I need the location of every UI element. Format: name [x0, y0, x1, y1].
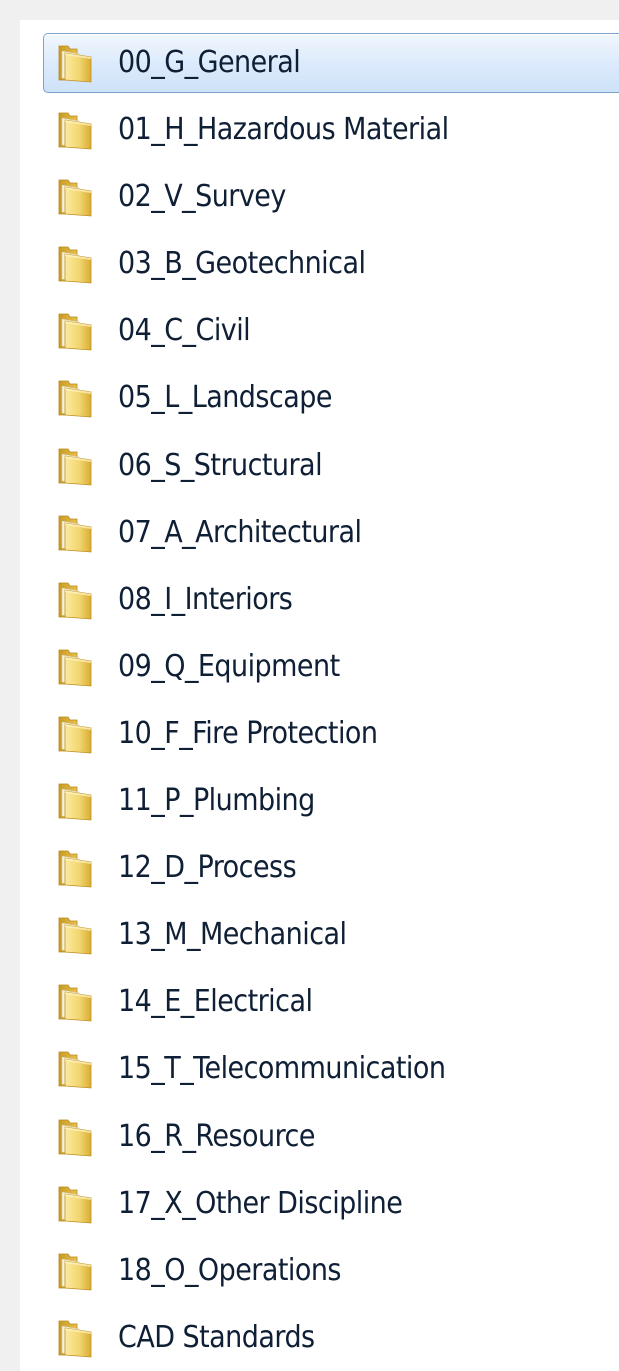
folder-item[interactable]: 16_R_Resource [20, 1107, 619, 1167]
folder-icon [55, 244, 95, 284]
folder-label: 03_B_Geotechnical [118, 246, 366, 282]
folder-item[interactable]: CAD Standards [20, 1308, 619, 1368]
folder-item[interactable]: 14_E_Electrical [20, 972, 619, 1032]
folder-label: 08_I_Interiors [118, 581, 293, 617]
folder-icon [55, 781, 95, 821]
folder-icon [55, 580, 95, 620]
folder-item[interactable]: 17_X_Other Discipline [20, 1174, 619, 1234]
folder-icon [55, 982, 95, 1022]
folder-icon [55, 1251, 95, 1291]
folder-icon [55, 513, 95, 553]
folder-icon [55, 915, 95, 955]
folder-icon [55, 177, 95, 217]
folder-label: 09_Q_Equipment [118, 648, 340, 684]
folder-icon [55, 1318, 95, 1358]
folder-label: CAD Standards [118, 1319, 315, 1355]
folder-item[interactable]: 06_S_Structural [20, 436, 619, 496]
folder-item[interactable]: 10_F_Fire Protection [20, 704, 619, 764]
folder-item[interactable]: 09_Q_Equipment [20, 637, 619, 697]
folder-icon [55, 714, 95, 754]
folder-label: 02_V_Survey [118, 179, 286, 215]
folder-item[interactable]: 13_M_Mechanical [20, 905, 619, 965]
folder-label: 15_T_Telecommunication [118, 1051, 446, 1087]
folder-icon [55, 446, 95, 486]
folder-item[interactable]: 01_H_Hazardous Material [20, 100, 619, 160]
folder-icon [55, 378, 95, 418]
folder-icon [55, 1184, 95, 1224]
folder-label: 07_A_Architectural [118, 514, 362, 550]
folder-icon [55, 43, 95, 83]
folder-item[interactable]: 07_A_Architectural [20, 503, 619, 563]
folder-item[interactable]: 05_L_Landscape [20, 368, 619, 428]
folder-icon [55, 1117, 95, 1157]
folder-label: 05_L_Landscape [118, 380, 332, 416]
folder-item[interactable]: 02_V_Survey [20, 167, 619, 227]
folder-item[interactable]: 08_I_Interiors [20, 570, 619, 630]
folder-label: 04_C_Civil [118, 313, 251, 349]
folder-item[interactable]: 03_B_Geotechnical [20, 234, 619, 294]
folder-icon [55, 848, 95, 888]
folder-item[interactable]: 00_G_General [43, 33, 619, 93]
folder-item[interactable]: 04_C_Civil [20, 301, 619, 361]
folder-label: 10_F_Fire Protection [118, 715, 378, 751]
folder-item[interactable]: 11_P_Plumbing [20, 771, 619, 831]
folder-label: 01_H_Hazardous Material [118, 112, 449, 148]
folder-label: 13_M_Mechanical [118, 917, 347, 953]
folder-icon [55, 647, 95, 687]
folder-label: 00_G_General [117, 44, 301, 80]
folder-item[interactable]: 18_O_Operations [20, 1241, 619, 1301]
folder-label: 12_D_Process [118, 850, 297, 886]
folder-label: 18_O_Operations [118, 1252, 341, 1288]
folder-label: 11_P_Plumbing [118, 783, 315, 819]
folder-icon [55, 1049, 95, 1089]
folder-icon [55, 110, 95, 150]
folder-list-panel: 00_G_General 01_H_Hazardous Material 02_V_… [20, 20, 619, 1371]
folder-label: 16_R_Resource [118, 1118, 315, 1154]
folder-icon [55, 311, 95, 351]
folder-label: 06_S_Structural [118, 447, 323, 483]
folder-label: 17_X_Other Discipline [118, 1185, 403, 1221]
folder-item[interactable]: 12_D_Process [20, 838, 619, 898]
folder-list: 00_G_General 01_H_Hazardous Material 02_V_… [20, 33, 619, 1371]
folder-item[interactable]: 15_T_Telecommunication [20, 1039, 619, 1099]
folder-label: 14_E_Electrical [118, 984, 313, 1020]
